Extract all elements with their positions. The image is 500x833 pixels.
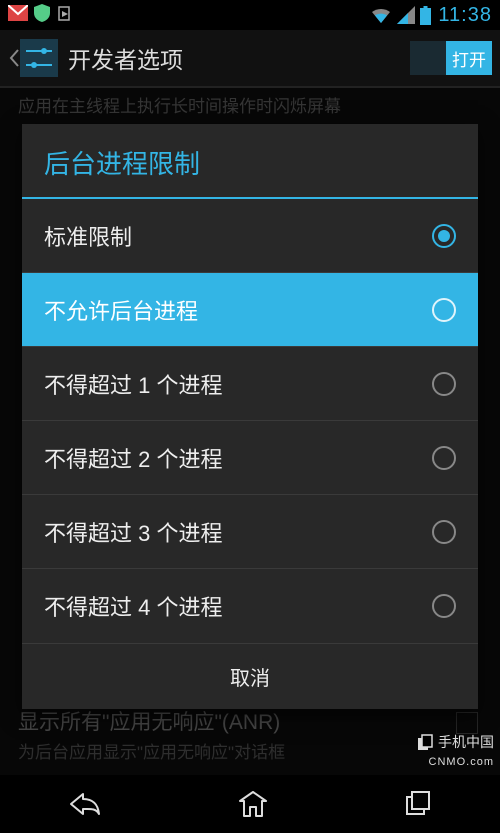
radio-icon bbox=[432, 594, 456, 618]
status-clock: 11:38 bbox=[438, 4, 492, 27]
cell-signal-icon bbox=[397, 6, 415, 24]
radio-icon bbox=[432, 520, 456, 544]
option-label: 不得超过 1 个进程 bbox=[44, 368, 222, 400]
option-label: 不得超过 4 个进程 bbox=[44, 590, 222, 622]
option-max-3[interactable]: 不得超过 3 个进程 bbox=[22, 495, 478, 569]
watermark-line1: 手机中国 bbox=[438, 734, 494, 750]
dialog-cancel-button[interactable]: 取消 bbox=[22, 643, 478, 709]
back-button[interactable] bbox=[8, 39, 58, 77]
option-max-2[interactable]: 不得超过 2 个进程 bbox=[22, 421, 478, 495]
navigation-bar bbox=[0, 775, 500, 833]
radio-icon bbox=[432, 298, 456, 322]
option-label: 不得超过 2 个进程 bbox=[44, 442, 222, 474]
option-no-bg-processes[interactable]: 不允许后台进程 bbox=[22, 273, 478, 347]
option-max-4[interactable]: 不得超过 4 个进程 bbox=[22, 569, 478, 643]
play-store-icon bbox=[56, 4, 72, 27]
status-bar: 11:38 bbox=[0, 0, 500, 30]
status-right-icons: 11:38 bbox=[370, 4, 492, 27]
developer-icon bbox=[20, 39, 58, 77]
dialog-bg-process-limit: 后台进程限制 标准限制 不允许后台进程 不得超过 1 个进程 不得超过 2 个进… bbox=[22, 124, 478, 709]
gmail-icon bbox=[8, 5, 28, 26]
nav-recents-button[interactable] bbox=[404, 790, 432, 818]
dialog-title: 后台进程限制 bbox=[22, 124, 478, 199]
radio-icon bbox=[432, 224, 456, 248]
watermark-line2: CNMO.com bbox=[429, 756, 494, 768]
app-bar: 开发者选项 打开 bbox=[0, 30, 500, 88]
option-label: 标准限制 bbox=[44, 220, 132, 252]
nav-back-button[interactable] bbox=[68, 790, 102, 818]
status-left-icons bbox=[8, 4, 72, 27]
option-standard-limit[interactable]: 标准限制 bbox=[22, 199, 478, 273]
dialog-option-list: 标准限制 不允许后台进程 不得超过 1 个进程 不得超过 2 个进程 不得超过 … bbox=[22, 199, 478, 643]
nav-home-button[interactable] bbox=[238, 789, 268, 819]
shield-icon bbox=[34, 4, 50, 27]
toggle-thumb: 打开 bbox=[446, 41, 492, 75]
option-max-1[interactable]: 不得超过 1 个进程 bbox=[22, 347, 478, 421]
page-title: 开发者选项 bbox=[68, 41, 410, 75]
watermark: 手机中国 CNMO.com bbox=[416, 734, 494, 769]
radio-icon bbox=[432, 372, 456, 396]
option-label: 不得超过 3 个进程 bbox=[44, 516, 222, 548]
watermark-icon bbox=[416, 734, 434, 752]
developer-toggle[interactable]: 打开 bbox=[410, 41, 492, 75]
wifi-icon bbox=[370, 6, 392, 24]
option-label: 不允许后台进程 bbox=[44, 294, 198, 326]
radio-icon bbox=[432, 446, 456, 470]
battery-icon bbox=[420, 6, 431, 25]
